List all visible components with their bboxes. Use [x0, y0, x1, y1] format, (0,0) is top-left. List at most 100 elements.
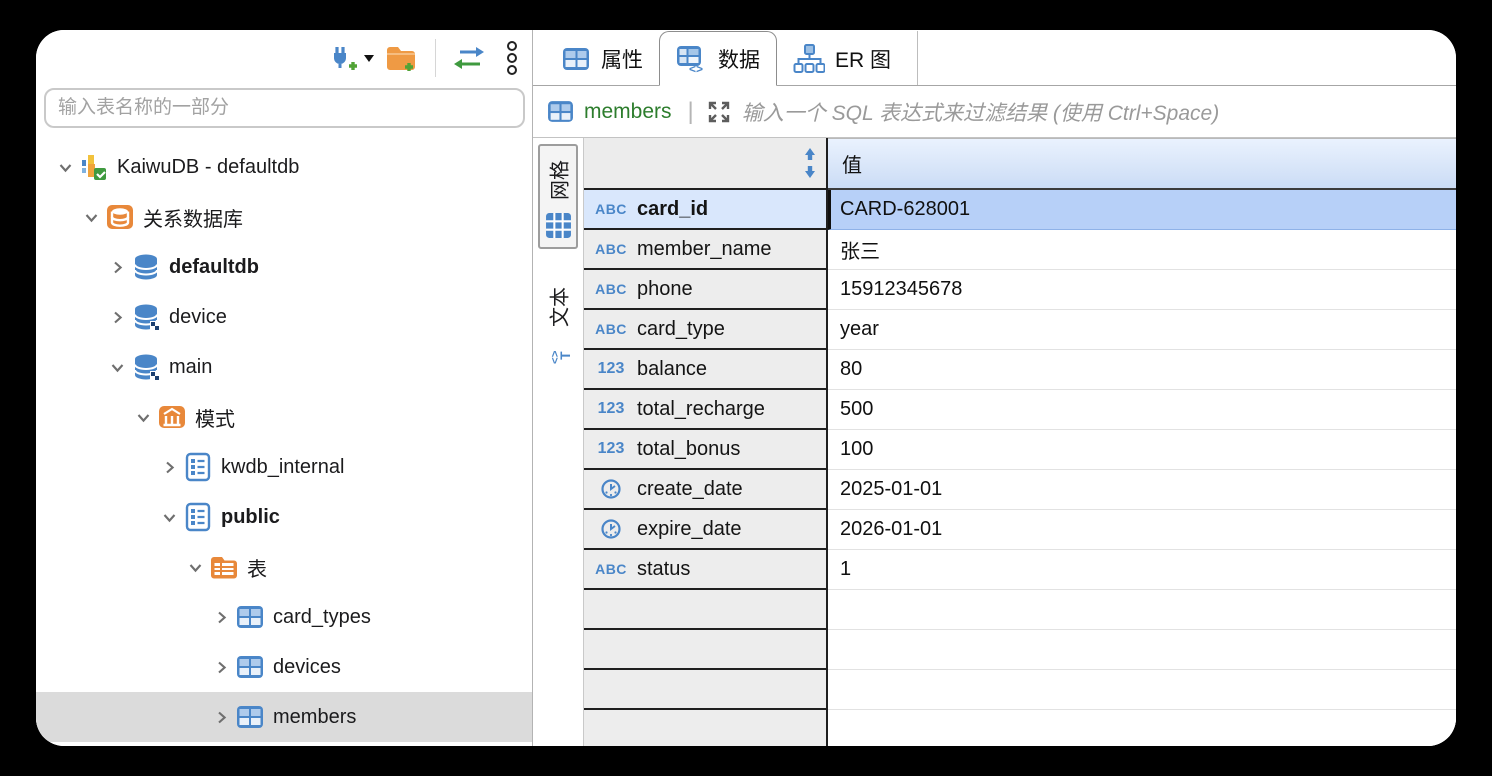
tree-item-members[interactable]: members [36, 692, 532, 742]
expanded-chevron-icon[interactable] [104, 360, 130, 375]
tree-item-label: public [221, 506, 280, 529]
grid-view-label: 网格 [544, 160, 573, 200]
new-folder-button[interactable] [383, 41, 419, 75]
db-blue-sync [130, 351, 162, 383]
view-tab-grid[interactable]: 网格 [538, 144, 578, 249]
tree-item-label: 表 [247, 553, 267, 582]
cell-value-empty[interactable] [828, 630, 1456, 670]
expanded-chevron-icon[interactable] [130, 410, 156, 425]
grid-row-card_id: ABCcard_idCARD-628001 [584, 190, 1456, 230]
schema-orange [156, 401, 188, 433]
cell-value-member_name[interactable]: 张三 [828, 230, 1456, 270]
result-grid-area: 网格 文本 <> T [533, 138, 1456, 746]
row-header-card_type[interactable]: ABCcard_type [584, 310, 828, 350]
view-tab-text[interactable]: 文本 <> T [538, 277, 578, 372]
table-icon [547, 98, 574, 125]
sql-filter-input[interactable]: 输入一个 SQL 表达式来过滤结果 (使用 Ctrl+Space) [742, 97, 1219, 127]
tree-item-devices[interactable]: devices [36, 642, 532, 692]
grid-corner-cell[interactable] [584, 138, 828, 190]
table-blue [234, 701, 266, 733]
tree-item--[interactable]: 表 [36, 542, 532, 592]
cell-value-expire_date[interactable]: 2026-01-01 [828, 510, 1456, 550]
row-header-empty[interactable] [584, 710, 828, 746]
cell-value-total_bonus[interactable]: 100 [828, 430, 1456, 470]
column-name: member_name [637, 238, 772, 261]
cell-value-status[interactable]: 1 [828, 550, 1456, 590]
row-header-create_date[interactable]: create_date [584, 470, 828, 510]
new-folder-icon [383, 41, 419, 75]
grid-row-phone: ABCphone15912345678 [584, 270, 1456, 310]
column-name: create_date [637, 478, 743, 501]
link-with-editor-button[interactable] [452, 43, 486, 73]
tree-item-label: devices [273, 656, 341, 679]
tree-item-defaultdb[interactable]: defaultdb [36, 242, 532, 292]
grid-row-total_recharge: 123total_recharge500 [584, 390, 1456, 430]
new-connection-button[interactable] [327, 41, 375, 75]
expand-panel-icon[interactable] [706, 99, 732, 125]
expanded-chevron-icon[interactable] [156, 510, 182, 525]
result-grid: 值 ABCcard_idCARD-628001ABCmember_name张三A… [583, 138, 1456, 746]
expanded-chevron-icon[interactable] [78, 210, 104, 225]
tab-label: 数据 [718, 44, 760, 74]
tab-属性[interactable]: 属性 [545, 33, 659, 85]
table-search-input[interactable] [44, 88, 525, 128]
tree-item-kaiwudb-defaultdb[interactable]: KaiwuDB - defaultdb [36, 142, 532, 192]
collapsed-chevron-icon[interactable] [208, 710, 234, 725]
tree-item-public[interactable]: public [36, 492, 532, 542]
expanded-chevron-icon[interactable] [52, 160, 78, 175]
kebab-menu-button[interactable] [504, 40, 520, 76]
column-name: total_recharge [637, 398, 765, 421]
toolbar-pipe-separator: | [688, 98, 694, 126]
tree-item-device[interactable]: device [36, 292, 532, 342]
tab-数据[interactable]: <> 数据 [659, 31, 777, 86]
tree-item-label: main [169, 356, 212, 379]
tree-item-card-types[interactable]: card_types [36, 592, 532, 642]
tree-item-main[interactable]: main [36, 342, 532, 392]
presentation-switcher: 网格 文本 <> T [533, 138, 583, 746]
row-header-empty[interactable] [584, 670, 828, 710]
column-name: card_id [637, 198, 708, 221]
column-name: expire_date [637, 518, 742, 541]
sort-arrows-icon[interactable] [802, 147, 818, 179]
cell-value-card_id[interactable]: CARD-628001 [828, 190, 1456, 230]
row-header-expire_date[interactable]: expire_date [584, 510, 828, 550]
collapsed-chevron-icon[interactable] [156, 460, 182, 475]
cell-value-balance[interactable]: 80 [828, 350, 1456, 390]
tree-item-kwdb-internal[interactable]: kwdb_internal [36, 442, 532, 492]
tree-item--[interactable]: 模式 [36, 392, 532, 442]
tree-item--[interactable]: 关系数据库 [36, 192, 532, 242]
connection-dropdown-arrow[interactable] [363, 53, 375, 63]
row-header-empty[interactable] [584, 630, 828, 670]
table-blue [234, 601, 266, 633]
string-type-icon: ABC [594, 241, 628, 257]
collapsed-chevron-icon[interactable] [208, 660, 234, 675]
grid-row-empty [584, 590, 1456, 630]
cell-value-total_recharge[interactable]: 500 [828, 390, 1456, 430]
row-header-status[interactable]: ABCstatus [584, 550, 828, 590]
expanded-chevron-icon[interactable] [182, 560, 208, 575]
grid-header-row: 值 [584, 138, 1456, 190]
cell-value-create_date[interactable]: 2025-01-01 [828, 470, 1456, 510]
result-table-name[interactable]: members [584, 100, 672, 124]
cell-value-empty[interactable] [828, 670, 1456, 710]
cell-value-empty[interactable] [828, 710, 1456, 746]
cell-value-phone[interactable]: 15912345678 [828, 270, 1456, 310]
collapsed-chevron-icon[interactable] [104, 260, 130, 275]
svg-text:T: T [557, 351, 571, 360]
row-header-total_recharge[interactable]: 123total_recharge [584, 390, 828, 430]
grid-view-icon [545, 212, 572, 239]
row-header-total_bonus[interactable]: 123total_bonus [584, 430, 828, 470]
cell-value-card_type[interactable]: year [828, 310, 1456, 350]
tab-ER-图[interactable]: ER 图 [777, 33, 907, 85]
db-orange [104, 201, 136, 233]
row-header-phone[interactable]: ABCphone [584, 270, 828, 310]
kaiwudb-logo [78, 151, 110, 183]
row-header-member_name[interactable]: ABC member_name [584, 230, 828, 270]
row-header-card_id[interactable]: ABCcard_id [584, 190, 828, 230]
cell-value-empty[interactable] [828, 590, 1456, 630]
value-column-header[interactable]: 值 [828, 138, 1456, 190]
row-header-empty[interactable] [584, 590, 828, 630]
collapsed-chevron-icon[interactable] [208, 610, 234, 625]
row-header-balance[interactable]: 123balance [584, 350, 828, 390]
collapsed-chevron-icon[interactable] [104, 310, 130, 325]
